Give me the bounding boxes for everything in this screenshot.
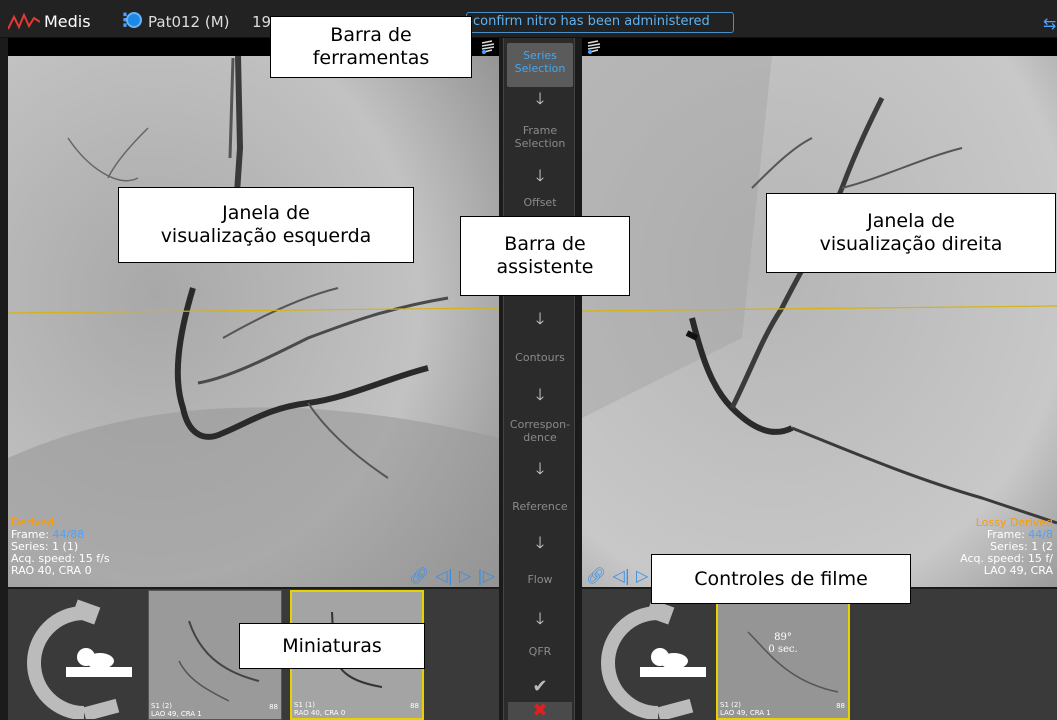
callout-thumbnails: Miniaturas <box>239 623 425 669</box>
wizard-step-frame-selection[interactable]: Frame Selection <box>504 124 576 150</box>
callout-line: visualização direita <box>819 233 1003 255</box>
thumbnail-series: S1 (1) <box>294 701 316 709</box>
frame-count: 88 <box>410 702 419 710</box>
wizard-step-qfr[interactable]: QFR <box>504 645 576 658</box>
nitro-notice: confirm nitro has been administered <box>466 12 734 33</box>
thumbnail-angle: LAO 49, CRA 1 <box>151 710 202 718</box>
right-thumbnail-strip: 89° 0 sec. 88 S1 (2) LAO 49, CRA 1 <box>582 589 1057 720</box>
left-info-overlay: Derived Frame: 44/88 Series: 1 (1) Acq. … <box>11 517 110 577</box>
arrow-down-icon: 🡓 <box>535 459 545 478</box>
arrow-down-icon: 🡓 <box>535 385 545 404</box>
wizard-bar: Series Selection 🡓 Frame Selection 🡓 Off… <box>503 38 575 720</box>
callout-line: Barra de <box>330 24 412 46</box>
callout-line: ferramentas <box>312 47 430 69</box>
medis-logo: Medis <box>8 12 91 31</box>
layers-icon[interactable] <box>586 40 602 54</box>
callout-line: Controles de filme <box>694 567 868 590</box>
thumbnail-series: S1 (2) <box>151 702 173 710</box>
thumbnail-center-label: 89° 0 sec. <box>718 632 848 656</box>
arrow-down-icon: 🡓 <box>535 533 545 552</box>
arrow-down-icon: 🡓 <box>535 609 545 628</box>
left-angiogram-image <box>8 55 499 587</box>
arrow-down-icon: 🡓 <box>535 166 545 185</box>
patient-date-partial: 19 <box>252 13 272 31</box>
callout-line: Janela de <box>222 202 310 224</box>
checkmark-icon[interactable]: ✔ <box>504 676 576 697</box>
right-info-overlay: Lossy Derived Frame: 44/8 Series: 1 (2 A… <box>960 517 1053 577</box>
app-name: Medis <box>44 12 91 31</box>
thumbnail-angle: LAO 49, CRA 1 <box>720 709 771 717</box>
play-icon[interactable]: ▷ <box>636 566 648 585</box>
right-viewport[interactable]: Lossy Derived Frame: 44/8 Series: 1 (2 A… <box>582 38 1057 587</box>
wizard-step-reference[interactable]: Reference <box>504 500 576 513</box>
play-icon[interactable]: ▷ <box>459 566 471 585</box>
left-viewport[interactable]: Derived Frame: 44/88 Series: 1 (1) Acq. … <box>8 38 499 587</box>
callout-line: Barra de <box>504 233 586 255</box>
patient-name: Pat012 (M) <box>148 13 230 31</box>
prev-frame-icon[interactable]: ◁| <box>612 566 630 585</box>
callout-left-view: Janela de visualização esquerda <box>118 187 414 263</box>
thumbnail-angle: RAO 40, CRA 0 <box>294 709 346 717</box>
link-icon[interactable]: 🔗︎ <box>409 566 429 585</box>
callout-line: Janela de <box>867 210 955 232</box>
wizard-step-contours[interactable]: Contours <box>504 351 576 364</box>
thumbnail-caption: S1 (2) LAO 49, CRA 1 <box>720 701 771 717</box>
thumbnail-time: 0 sec. <box>768 644 798 655</box>
next-frame-icon[interactable]: |▷ <box>477 566 495 585</box>
medis-qfr-app: Medis ⋮ Pat012 (M) 19 confirm nitro has … <box>0 0 1057 720</box>
wizard-step-correspondence[interactable]: Correspon-dence <box>504 418 576 444</box>
right-viewport-toolbar <box>582 38 1057 56</box>
callout-right-view: Janela de visualização direita <box>766 193 1056 273</box>
patient-icon[interactable] <box>126 12 142 28</box>
thumbnail-series: S1 (2) <box>720 701 742 709</box>
arrow-down-icon: 🡓 <box>535 309 545 328</box>
thumbnail-caption: S1 (2) LAO 49, CRA 1 <box>151 702 202 718</box>
link-icon[interactable]: 🔗︎ <box>586 566 606 585</box>
thumbnail-angle-deg: 89° <box>774 632 792 643</box>
thumbnail-selected[interactable]: 89° 0 sec. 88 S1 (2) LAO 49, CRA 1 <box>716 590 850 720</box>
frame-count: 88 <box>269 703 278 711</box>
wizard-step-offset[interactable]: Offset <box>504 196 576 209</box>
callout-wizard: Barra de assistente <box>460 216 630 296</box>
right-angiogram-image <box>582 56 1057 587</box>
wizard-step-series-selection[interactable]: Series Selection <box>507 43 573 87</box>
heartbeat-icon <box>8 12 40 29</box>
projection-angle: LAO 49, CRA <box>983 564 1053 577</box>
callout-line: visualização esquerda <box>160 225 372 247</box>
callout-toolbar: Barra de ferramentas <box>270 16 472 78</box>
cancel-x-icon[interactable]: ✖ <box>508 702 572 720</box>
callout-movie-controls: Controles de filme <box>651 554 911 604</box>
callout-line: Miniaturas <box>282 634 382 657</box>
layers-icon[interactable] <box>480 40 496 54</box>
c-arm-icon[interactable] <box>14 599 134 719</box>
arrow-down-icon: 🡓 <box>535 89 545 108</box>
c-arm-icon[interactable] <box>588 599 708 719</box>
callout-line: assistente <box>496 256 594 278</box>
wizard-step-flow[interactable]: Flow <box>504 573 576 586</box>
left-movie-controls: 🔗︎ ◁| ▷ |▷ <box>409 566 495 585</box>
thumbnail-caption: S1 (1) RAO 40, CRA 0 <box>294 701 345 717</box>
top-bar: Medis ⋮ Pat012 (M) 19 confirm nitro has … <box>0 0 1057 38</box>
panel-toggle-icon[interactable]: ⇆ <box>1043 14 1057 33</box>
frame-count: 88 <box>836 702 845 710</box>
prev-frame-icon[interactable]: ◁| <box>435 566 453 585</box>
projection-angle: RAO 40, CRA 0 <box>11 564 92 577</box>
